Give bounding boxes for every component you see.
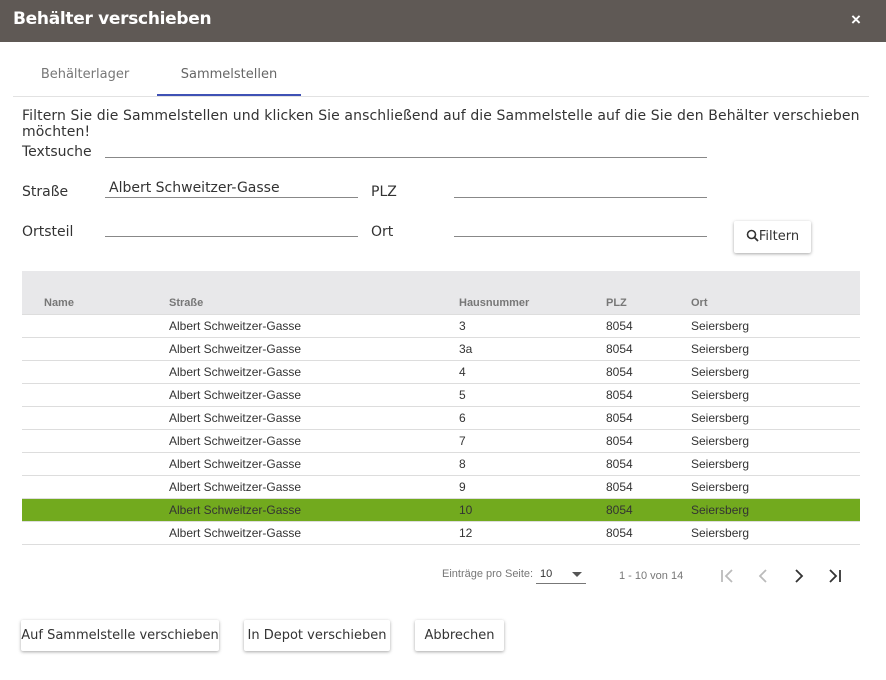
cell-strasse: Albert Schweitzer-Gasse	[169, 411, 302, 425]
ortsteil-input[interactable]	[105, 217, 358, 237]
cell-hausnummer: 9	[459, 480, 466, 494]
page-range-label: 1 - 10 von 14	[619, 570, 684, 582]
cell-ort: Seiersberg	[691, 480, 750, 494]
cell-ort: Seiersberg	[691, 503, 750, 517]
cell-plz: 8054	[606, 319, 633, 333]
table-row[interactable]: Albert Schweitzer-Gasse 3 8054 Seiersberg	[22, 315, 860, 338]
table-row[interactable]: Albert Schweitzer-Gasse 6 8054 Seiersberg	[22, 407, 860, 430]
cell-hausnummer: 12	[459, 526, 473, 540]
table-row[interactable]: Albert Schweitzer-Gasse 8 8054 Seiersberg	[22, 453, 860, 476]
results-table: Name Straße Hausnummer PLZ Ort Albert Sc…	[22, 271, 860, 545]
cell-strasse: Albert Schweitzer-Gasse	[169, 365, 302, 379]
cell-ort: Seiersberg	[691, 411, 750, 425]
strasse-input[interactable]	[105, 178, 358, 198]
table-row[interactable]: Albert Schweitzer-Gasse 10 8054 Seiersberg	[22, 499, 860, 522]
plz-input[interactable]	[454, 178, 707, 198]
chevron-down-icon	[572, 572, 582, 577]
items-per-page-select[interactable]: 10	[536, 566, 586, 584]
dialog-title: Behälter verschieben	[13, 9, 212, 29]
close-icon[interactable]: ×	[851, 10, 867, 30]
cell-strasse: Albert Schweitzer-Gasse	[169, 480, 302, 494]
previous-page-icon[interactable]	[753, 566, 773, 586]
tab-bar: Behälterlager Sammelstellen	[13, 54, 869, 97]
cell-ort: Seiersberg	[691, 388, 750, 402]
column-header-strasse[interactable]: Straße	[169, 297, 203, 309]
filter-button[interactable]: Filtern	[734, 221, 811, 253]
last-page-icon[interactable]	[825, 566, 845, 586]
cell-hausnummer: 8	[459, 457, 466, 471]
table-row[interactable]: Albert Schweitzer-Gasse 12 8054 Seiersberg	[22, 522, 860, 545]
cell-ort: Seiersberg	[691, 434, 750, 448]
textsuche-label: Textsuche	[22, 144, 92, 160]
cell-plz: 8054	[606, 411, 633, 425]
cancel-button[interactable]: Abbrechen	[415, 620, 504, 651]
cell-strasse: Albert Schweitzer-Gasse	[169, 434, 302, 448]
cell-plz: 8054	[606, 457, 633, 471]
table-body: Albert Schweitzer-Gasse 3 8054 Seiersberg Al…	[22, 315, 860, 545]
column-header-ort[interactable]: Ort	[691, 297, 708, 309]
items-per-page-value: 10	[540, 568, 553, 580]
plz-label: PLZ	[371, 184, 397, 200]
table-row[interactable]: Albert Schweitzer-Gasse 7 8054 Seiersberg	[22, 430, 860, 453]
cell-ort: Seiersberg	[691, 365, 750, 379]
cell-hausnummer: 5	[459, 388, 466, 402]
cell-hausnummer: 10	[459, 503, 473, 517]
cell-ort: Seiersberg	[691, 342, 750, 356]
cell-ort: Seiersberg	[691, 319, 750, 333]
cell-plz: 8054	[606, 434, 633, 448]
table-row[interactable]: Albert Schweitzer-Gasse 4 8054 Seiersberg	[22, 361, 860, 384]
textsuche-input[interactable]	[105, 138, 707, 158]
cell-ort: Seiersberg	[691, 526, 750, 540]
ort-label: Ort	[371, 224, 394, 240]
cell-strasse: Albert Schweitzer-Gasse	[169, 526, 302, 540]
move-to-depot-button[interactable]: In Depot verschieben	[244, 620, 390, 651]
table-row[interactable]: Albert Schweitzer-Gasse 5 8054 Seiersberg	[22, 384, 860, 407]
cell-plz: 8054	[606, 526, 633, 540]
table-row[interactable]: Albert Schweitzer-Gasse 3a 8054 Seiersberg	[22, 338, 860, 361]
tab-sammelstellen[interactable]: Sammelstellen	[157, 54, 301, 96]
cell-plz: 8054	[606, 480, 633, 494]
cell-hausnummer: 7	[459, 434, 466, 448]
column-header-hausnummer[interactable]: Hausnummer	[459, 297, 529, 309]
cell-hausnummer: 6	[459, 411, 466, 425]
table-header: Name Straße Hausnummer PLZ Ort	[22, 271, 860, 315]
cell-strasse: Albert Schweitzer-Gasse	[169, 319, 302, 333]
paginator: Einträge pro Seite: 10 1 - 10 von 14	[0, 560, 886, 590]
strasse-label: Straße	[22, 184, 69, 200]
first-page-icon[interactable]	[718, 566, 738, 586]
table-row[interactable]: Albert Schweitzer-Gasse 9 8054 Seiersberg	[22, 476, 860, 499]
cell-strasse: Albert Schweitzer-Gasse	[169, 457, 302, 471]
cell-plz: 8054	[606, 388, 633, 402]
cell-hausnummer: 4	[459, 365, 466, 379]
search-icon	[746, 229, 759, 242]
cell-strasse: Albert Schweitzer-Gasse	[169, 342, 302, 356]
cell-plz: 8054	[606, 365, 633, 379]
cell-plz: 8054	[606, 342, 633, 356]
cell-hausnummer: 3	[459, 319, 466, 333]
tab-behaelterlager[interactable]: Behälterlager	[13, 54, 157, 96]
filter-button-label: Filtern	[758, 229, 800, 244]
column-header-plz[interactable]: PLZ	[606, 297, 627, 309]
column-header-name[interactable]: Name	[44, 297, 74, 309]
items-per-page-label: Einträge pro Seite:	[442, 568, 534, 580]
cell-plz: 8054	[606, 503, 633, 517]
cell-ort: Seiersberg	[691, 457, 750, 471]
dialog-titlebar: Behälter verschieben ×	[0, 0, 886, 42]
cell-hausnummer: 3a	[459, 342, 473, 356]
move-to-collection-point-button[interactable]: Auf Sammelstelle verschieben	[21, 620, 219, 651]
next-page-icon[interactable]	[789, 566, 809, 586]
cell-strasse: Albert Schweitzer-Gasse	[169, 503, 302, 517]
cell-strasse: Albert Schweitzer-Gasse	[169, 388, 302, 402]
instruction-text: Filtern Sie die Sammelstellen und klicke…	[22, 108, 860, 140]
ort-input[interactable]	[454, 217, 707, 237]
ortsteil-label: Ortsteil	[22, 224, 74, 240]
